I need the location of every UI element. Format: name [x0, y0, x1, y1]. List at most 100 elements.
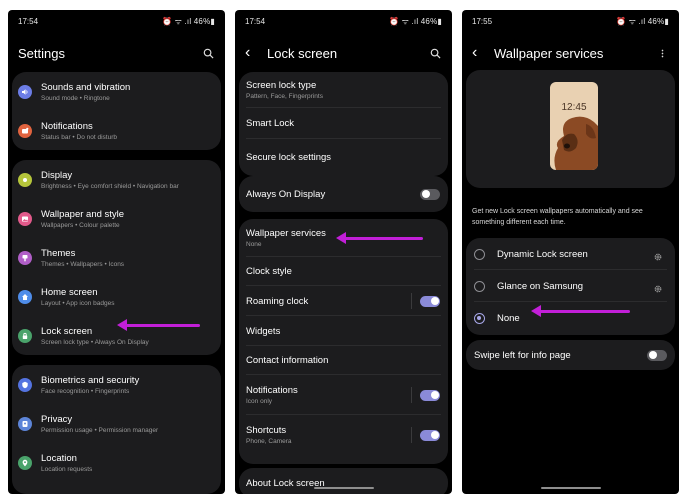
- item-title: Location: [41, 452, 77, 464]
- option-dynamic-lock-screen[interactable]: Dynamic Lock screen: [466, 238, 675, 270]
- always-on-display-toggle[interactable]: [420, 188, 440, 200]
- annotation-arrow: [336, 232, 423, 244]
- lock-item-shortcuts[interactable]: Shortcuts Phone, Camera: [239, 415, 448, 455]
- item-title: Biometrics and security: [41, 374, 140, 386]
- radio-button[interactable]: [474, 248, 485, 260]
- gear-icon[interactable]: [653, 249, 663, 261]
- item-subtitle: Themes • Wallpapers • Icons: [41, 260, 125, 268]
- option-swipe-left-info[interactable]: Swipe left for info page: [466, 340, 675, 370]
- home-indicator: [313, 487, 374, 489]
- item-subtitle: Brightness • Eye comfort shield • Naviga…: [41, 182, 179, 190]
- item-subtitle: Layout • App icon badges: [41, 299, 115, 307]
- item-title: Home screen: [41, 286, 98, 298]
- lock-item-notifications[interactable]: Notifications Icon only: [239, 375, 448, 415]
- option-glance-on-samsung[interactable]: Glance on Samsung: [466, 270, 675, 302]
- option-none[interactable]: None: [466, 302, 675, 334]
- volume-icon: [18, 84, 32, 99]
- item-title: Themes: [41, 247, 76, 259]
- item-title: Sounds and vibration: [41, 81, 131, 93]
- settings-item-wallpaper[interactable]: Wallpaper and style Wallpapers • Colour p…: [12, 199, 221, 238]
- lock-item-roaming-clock[interactable]: Roaming clock: [239, 286, 448, 316]
- item-title: Privacy: [41, 413, 73, 425]
- radio-button-selected[interactable]: [474, 312, 485, 324]
- lock-screen-preview: 12:45: [550, 82, 598, 170]
- divider: [411, 387, 412, 403]
- radio-button[interactable]: [474, 280, 485, 292]
- lock-item-contact-information[interactable]: Contact information: [239, 346, 448, 375]
- status-time: 17:54: [245, 16, 266, 26]
- settings-item-biometrics[interactable]: Biometrics and security Face recognition …: [12, 365, 221, 404]
- search-icon[interactable]: [201, 46, 215, 60]
- item-title: Always On Display: [246, 188, 326, 200]
- settings-item-privacy[interactable]: Privacy Permission usage • Permission man…: [12, 404, 221, 443]
- privacy-icon: [18, 416, 32, 431]
- settings-item-sounds[interactable]: Sounds and vibration Sound mode • Rington…: [12, 72, 221, 111]
- wallpaper-services-description: Get new Lock screen wallpapers automatic…: [472, 208, 643, 226]
- dog-image: [554, 116, 598, 170]
- bell-icon: [18, 123, 32, 138]
- item-title: Notifications: [246, 385, 298, 396]
- status-battery: ⏰ ᯤ .ıl 46%▮: [162, 16, 215, 26]
- lock-item-about[interactable]: About Lock screen: [239, 468, 448, 494]
- item-subtitle: Location requests: [41, 465, 93, 473]
- item-subtitle: None: [246, 241, 262, 248]
- item-subtitle: Status bar • Do not disturb: [41, 133, 117, 141]
- shortcuts-toggle[interactable]: [420, 429, 440, 441]
- annotation-arrow: [117, 319, 200, 331]
- lock-item-always-on-display[interactable]: Always On Display: [239, 176, 448, 212]
- status-bar: 17:54 ⏰ ᯤ .ıl 46%▮: [245, 14, 442, 28]
- item-title: Widgets: [246, 325, 281, 337]
- search-icon[interactable]: [428, 46, 442, 60]
- gear-icon[interactable]: [653, 281, 663, 293]
- lock-group-wallpaper: Wallpaper services None Clock style Roami…: [239, 219, 448, 464]
- swipe-left-toggle[interactable]: [647, 349, 667, 361]
- settings-item-notifications[interactable]: Notifications Status bar • Do not disturb: [12, 111, 221, 150]
- option-label: Glance on Samsung: [497, 280, 584, 292]
- location-icon: [18, 455, 32, 470]
- item-title: Wallpaper and style: [41, 208, 125, 220]
- lock-item-secure-lock-settings[interactable]: Secure lock settings: [239, 139, 448, 176]
- settings-screen: 17:54 ⏰ ᯤ .ıl 46%▮ Settings Sounds and v…: [8, 10, 225, 494]
- item-title: Clock style: [246, 266, 292, 277]
- home-icon: [18, 289, 32, 304]
- lock-item-widgets[interactable]: Widgets: [239, 316, 448, 346]
- back-arrow-icon[interactable]: ‹: [472, 45, 488, 61]
- roaming-clock-toggle[interactable]: [420, 295, 440, 307]
- settings-item-location[interactable]: Location Location requests: [12, 443, 221, 482]
- settings-group-sound: Sounds and vibration Sound mode • Rington…: [12, 72, 221, 150]
- option-label: None: [497, 312, 520, 324]
- settings-item-home-screen[interactable]: Home screen Layout • App icon badges: [12, 277, 221, 316]
- lock-screen-settings-screen: 17:54 ⏰ ᯤ .ıl 46%▮ ‹ Lock screen Screen …: [235, 10, 452, 494]
- item-subtitle: Screen lock type • Always On Display: [41, 338, 149, 346]
- notifications-toggle[interactable]: [420, 389, 440, 401]
- item-title: Roaming clock: [246, 295, 309, 307]
- lock-item-smart-lock[interactable]: Smart Lock: [239, 108, 448, 139]
- status-time: 17:54: [18, 16, 39, 26]
- annotation-arrow: [531, 305, 630, 317]
- settings-item-display[interactable]: Display Brightness • Eye comfort shield •…: [12, 160, 221, 199]
- item-subtitle: Face recognition • Fingerprints: [41, 387, 130, 395]
- divider: [411, 293, 412, 309]
- back-arrow-icon[interactable]: ‹: [245, 45, 261, 61]
- status-battery: ⏰ ᯤ .ıl 46%▮: [616, 16, 669, 26]
- settings-item-themes[interactable]: Themes Themes • Wallpapers • Icons: [12, 238, 221, 277]
- status-time: 17:55: [472, 16, 493, 26]
- page-title: Lock screen: [267, 45, 338, 61]
- lock-item-clock-style[interactable]: Clock style: [239, 257, 448, 286]
- item-subtitle: Permission usage • Permission manager: [41, 426, 159, 434]
- item-subtitle: Sound mode • Ringtone: [41, 94, 110, 102]
- lock-group-about: About Lock screen: [239, 468, 448, 494]
- option-label: Dynamic Lock screen: [497, 248, 588, 260]
- settings-group-security: Biometrics and security Face recognition …: [12, 365, 221, 494]
- status-bar: 17:54 ⏰ ᯤ .ıl 46%▮: [18, 14, 215, 28]
- lock-group-aod: Always On Display: [239, 176, 448, 212]
- lock-item-screen-lock-type[interactable]: Screen lock type Pattern, Face, Fingerpri…: [239, 72, 448, 108]
- page-title: Wallpaper services: [494, 45, 604, 61]
- more-options-icon[interactable]: [655, 46, 669, 60]
- item-title: Secure lock settings: [246, 152, 332, 163]
- item-title: Screen lock type: [246, 80, 317, 91]
- screen-header: ‹ Lock screen: [245, 42, 442, 64]
- sun-icon: [18, 172, 32, 187]
- lock-group-security: Screen lock type Pattern, Face, Fingerpri…: [239, 72, 448, 176]
- item-subtitle: Phone, Camera: [246, 438, 292, 445]
